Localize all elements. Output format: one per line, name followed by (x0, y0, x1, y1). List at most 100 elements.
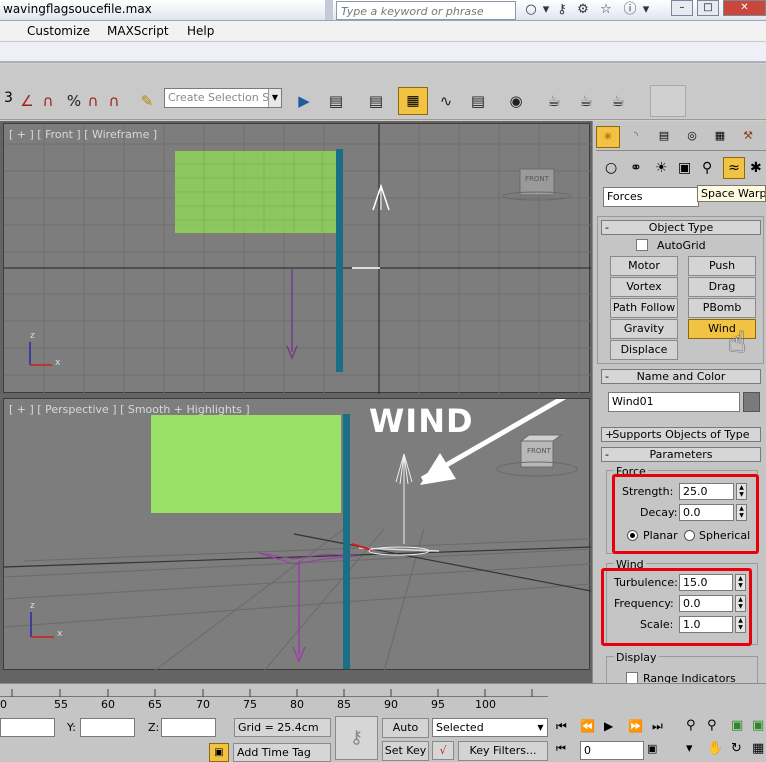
angle-snap-toggle-icon[interactable]: ∩ (36, 88, 60, 114)
zoom-icon[interactable]: ⚲ (686, 718, 696, 733)
help-dropdown-icon[interactable]: ▾ (638, 2, 654, 18)
curve-editor-icon[interactable]: ∿ (432, 88, 460, 114)
front-viewport-label[interactable]: [ + ] [ Front ] [ Wireframe ] (9, 128, 157, 141)
front-viewport[interactable]: [ + ] [ Front ] [ Wireframe ] FRONT z x (3, 123, 591, 394)
key-mode-toggle-icon[interactable]: ⏮ (556, 742, 566, 756)
key-icon[interactable]: ⚷ (554, 2, 570, 18)
category-dropdown[interactable]: Forces (603, 187, 699, 207)
pbomb-button[interactable]: PBomb (688, 298, 756, 318)
perspective-viewport[interactable]: [ + ] [ Perspective ] [ Smooth + Highlig… (3, 398, 591, 671)
zoom-all-icon[interactable]: ⚲ (707, 718, 717, 733)
displace-button[interactable]: Displace (610, 340, 678, 360)
render-production-icon[interactable]: ☕ (604, 88, 632, 114)
dropdown-arrow-icon[interactable]: ▾ (538, 2, 554, 18)
help-icon[interactable]: ⓘ (622, 2, 638, 18)
menu-customize[interactable]: Customize (27, 24, 90, 38)
time-tag-icon[interactable]: ▣ (209, 743, 229, 762)
path-follow-button[interactable]: Path Follow (610, 298, 678, 318)
name-color-rollout[interactable]: - Name and Color (601, 369, 761, 384)
material-editor-icon[interactable]: ◉ (502, 88, 530, 114)
go-to-end-icon[interactable]: ⏭ (652, 719, 663, 734)
pan-icon[interactable]: ✋ (707, 741, 723, 756)
space-warps-icon[interactable]: ≈ (723, 157, 745, 179)
timeline-ruler[interactable] (0, 687, 548, 697)
zoom-extents-all-icon[interactable]: ▣ (752, 718, 764, 733)
zoom-extents-icon[interactable]: ▣ (731, 718, 743, 733)
turbulence-input[interactable]: 15.0 (679, 574, 733, 591)
hierarchy-tab-icon[interactable]: ▤ (652, 126, 676, 148)
utilities-tab-icon[interactable]: ⚒ (736, 126, 760, 148)
view-cube-front-text[interactable]: FRONT (525, 175, 549, 183)
scene-explorer-icon[interactable]: ▦ (398, 87, 428, 115)
vortex-button[interactable]: Vortex (610, 277, 678, 297)
scale-spinner[interactable]: ▲ ▼ (735, 616, 746, 633)
strength-input[interactable]: 25.0 (679, 483, 734, 500)
systems-icon[interactable]: ✱ (750, 160, 762, 176)
binoculars-icon[interactable]: ○ (523, 2, 539, 18)
cameras-icon[interactable]: ▣ (678, 160, 691, 176)
play-icon[interactable]: ▶ (604, 719, 613, 733)
autogrid-checkbox[interactable] (636, 239, 648, 251)
time-config-icon[interactable]: ▣ (647, 742, 657, 755)
percent-snap-icon[interactable]: % (64, 88, 84, 114)
parameters-rollout[interactable]: - Parameters (601, 447, 761, 462)
turbulence-spinner[interactable]: ▲ ▼ (735, 574, 746, 591)
current-frame-field[interactable]: 0 (580, 741, 644, 760)
modify-tab-icon[interactable]: ◝ (624, 126, 648, 148)
shapes-icon[interactable]: ⚭ (630, 160, 642, 176)
object-color-swatch[interactable] (743, 392, 760, 412)
view-cube-persp-text[interactable]: FRONT (527, 447, 551, 455)
menu-help[interactable]: Help (187, 24, 214, 38)
add-time-tag-button[interactable]: Add Time Tag (233, 743, 331, 762)
key-mode-dropdown[interactable]: Selected (432, 718, 548, 737)
cart-icon[interactable]: ⚙ (575, 2, 591, 18)
perspective-viewport-label[interactable]: [ + ] [ Perspective ] [ Smooth + Highlig… (9, 403, 250, 416)
minimize-button[interactable]: – (671, 0, 693, 16)
key-filters-button[interactable]: Key Filters... (458, 741, 548, 761)
z-coordinate-field[interactable] (161, 718, 216, 737)
object-name-field[interactable]: Wind01 (608, 392, 740, 412)
helpers-icon[interactable]: ⚲ (702, 160, 712, 176)
frequency-input[interactable]: 0.0 (679, 595, 733, 612)
lights-icon[interactable]: ☀ (655, 160, 668, 176)
x-coordinate-field[interactable] (0, 718, 55, 737)
strength-spinner[interactable]: ▲ ▼ (736, 483, 747, 500)
decay-spinner[interactable]: ▲ ▼ (736, 504, 747, 521)
create-tab-icon[interactable]: ✳ (596, 126, 620, 148)
selection-set-dropdown[interactable]: Create Selection Se (164, 88, 282, 108)
align-icon[interactable]: ▤ (322, 88, 350, 114)
drag-button[interactable]: Drag (688, 277, 756, 297)
key-tangent-icon[interactable]: √ (432, 741, 454, 760)
mirror-icon[interactable]: ▶ (290, 88, 318, 114)
gravity-button[interactable]: Gravity (610, 319, 678, 339)
star-icon[interactable]: ☆ (598, 2, 614, 18)
supports-rollout[interactable]: + Supports Objects of Type (601, 427, 761, 442)
orbit-icon[interactable]: ↻ (731, 741, 742, 756)
geometry-icon[interactable]: ○ (605, 160, 617, 176)
search-input[interactable]: Type a keyword or phrase (336, 1, 516, 20)
chevron-down-icon[interactable]: ▼ (268, 89, 281, 107)
planar-radio[interactable] (627, 530, 638, 541)
push-button[interactable]: Push (688, 256, 756, 276)
render-setup-icon[interactable]: ☕ (540, 88, 568, 114)
maximize-viewport-icon[interactable]: ▦ (752, 741, 764, 756)
previous-frame-icon[interactable]: ⏪ (580, 719, 595, 733)
chevron-down-icon[interactable]: ▼ (534, 719, 547, 736)
rendered-frame-icon[interactable]: ☕ (572, 88, 600, 114)
scale-input[interactable]: 1.0 (679, 616, 733, 633)
edit-named-selection-icon[interactable]: ✎ (134, 88, 160, 114)
go-to-start-icon[interactable]: ⏮ (556, 719, 567, 734)
field-of-view-icon[interactable]: ▾ (686, 741, 693, 756)
schematic-view-icon[interactable]: ▤ (464, 88, 492, 114)
percent-snap-toggle-icon[interactable]: ∩ (82, 88, 104, 114)
layer-manager-icon[interactable]: ▤ (362, 88, 390, 114)
object-type-rollout[interactable]: - Object Type (601, 220, 761, 235)
frequency-spinner[interactable]: ▲ ▼ (735, 595, 746, 612)
set-key-icon[interactable]: ⚷ (335, 716, 378, 760)
maximize-button[interactable]: □ (697, 0, 719, 16)
decay-input[interactable]: 0.0 (679, 504, 734, 521)
motion-tab-icon[interactable]: ◎ (680, 126, 704, 148)
next-frame-icon[interactable]: ⏩ (628, 719, 643, 733)
motor-button[interactable]: Motor (610, 256, 678, 276)
set-key-button[interactable]: Set Key (382, 741, 429, 761)
